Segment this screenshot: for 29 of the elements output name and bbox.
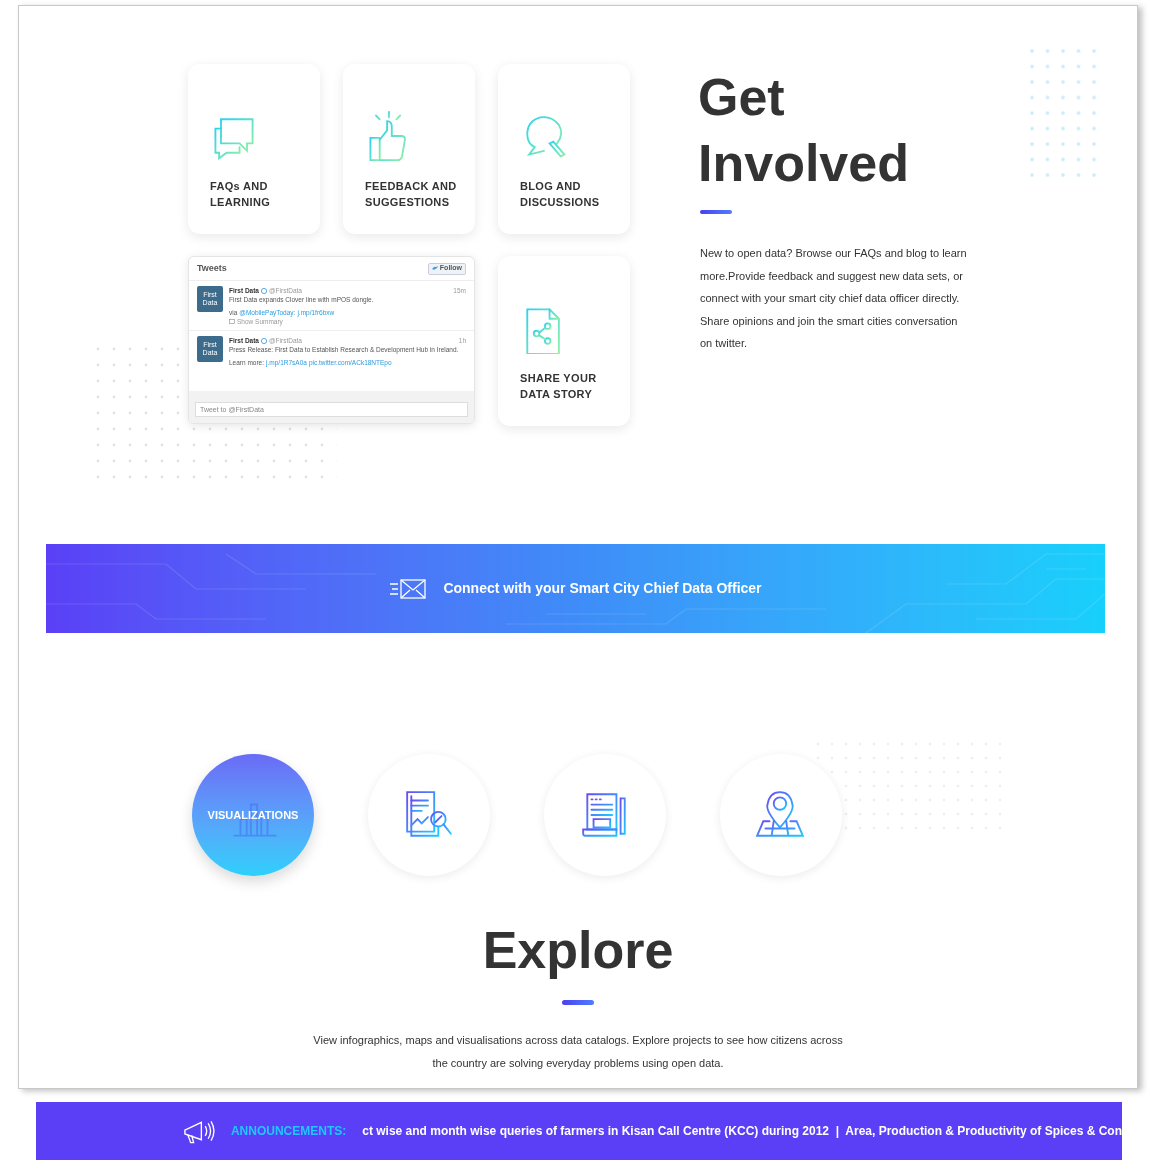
feature-card[interactable]: FAQs AND LEARNING [188,64,320,234]
verified-icon [261,287,267,294]
report-magnifier-icon [403,790,455,840]
announcements-label: ANNOUNCEMENTS: [230,1123,347,1140]
section-heading: Explore [482,920,674,980]
card-label: FEEDBACK AND SUGGESTIONS [365,179,458,210]
card-label: FAQs AND LEARNING [210,179,272,210]
feature-card[interactable]: SHARE YOUR DATA STORY [498,256,630,426]
banner-text: Connect with your Smart City Chief Data Officer [443,579,762,598]
summary-icon [229,319,235,324]
announcement-ticker[interactable]: ct wise and month wise queries of farmers in Kisan Call Centre (KCC) during 2012 | Area, Production & Productivity of Spices & Con [362,1122,1122,1140]
section-heading: Involved [698,133,910,194]
explore-text: View infographics, maps and visualisations across data catalogs. Explore projects to see how citizens across the country are solving everyday problems using open data. [313,1033,843,1071]
accent-bar [562,1000,594,1005]
map-pin-icon [755,790,807,840]
section-heading: Get [698,67,786,128]
verified-icon [261,337,267,344]
card-label: SHARE YOUR DATA STORY [520,371,598,402]
envelope-icon [389,577,428,600]
megaphone-icon [182,1118,215,1144]
accent-bar [700,210,732,214]
intro-text: New to open data? Browse our FAQs and blog to learn more.Provide feedback and suggest new data sets, or connect with your smart city chief data officer directly. Share opinions and join the smart cities conversation on twitter. [700,246,968,351]
feature-card[interactable]: BLOG AND DISCUSSIONS [498,64,630,234]
feature-card[interactable]: FEEDBACK AND SUGGESTIONS [343,64,475,234]
card-label: BLOG AND DISCUSSIONS [520,179,601,210]
widget-title: Tweets [197,261,227,275]
contact-banner[interactable]: Connect with your Smart City Chief Data Officer [46,544,1105,633]
bird-icon [431,266,438,271]
category-button[interactable]: VISUALIZATIONS [192,754,314,876]
